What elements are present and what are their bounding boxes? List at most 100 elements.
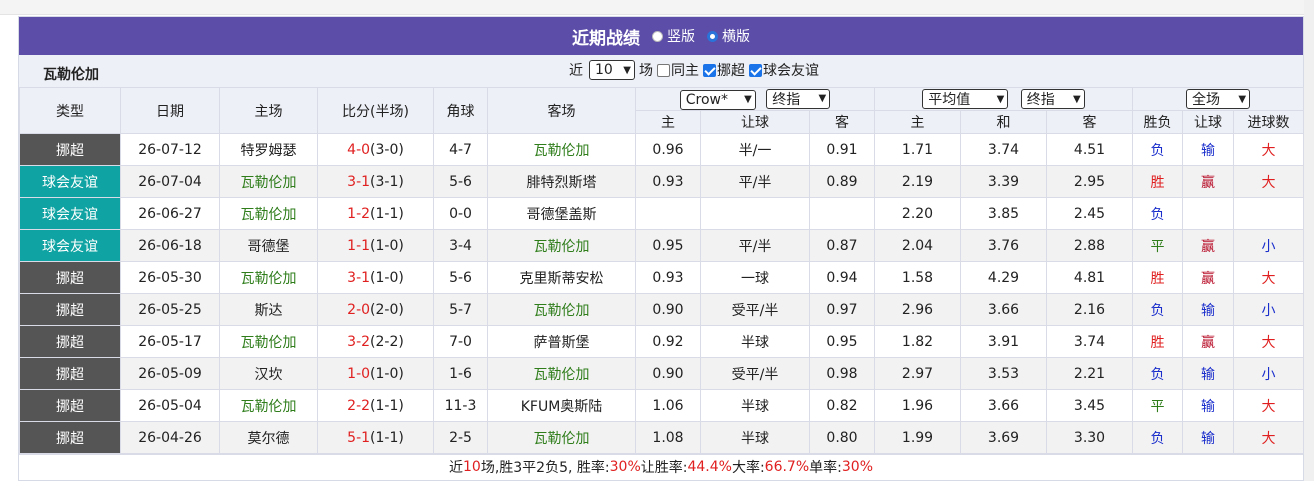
match-type[interactable]: 球会友谊 bbox=[19, 197, 121, 230]
odds-home: 2.96 bbox=[874, 293, 961, 326]
match-date: 26-05-30 bbox=[120, 261, 220, 294]
handicap-type-value: 终指 bbox=[772, 91, 801, 108]
radio-off-icon[interactable] bbox=[652, 30, 663, 42]
radio-on-icon[interactable] bbox=[707, 30, 718, 42]
half-time-score: (3-0) bbox=[370, 141, 404, 158]
goals-result: 大 bbox=[1232, 165, 1305, 198]
away-team[interactable]: 瓦勒伦加 bbox=[487, 421, 636, 454]
col-away: 客场 bbox=[487, 87, 636, 134]
table-row[interactable]: 挪超 26-05-04 瓦勒伦加 2-2(1-1) 11-3 KFUM奥斯陆 1.06 半球 0… bbox=[19, 389, 1305, 422]
layout-vertical-label: 竖版 bbox=[667, 29, 695, 45]
handicap-result: 输 bbox=[1182, 421, 1234, 454]
table-row[interactable]: 挪超 26-04-26 莫尔德 5-1(1-1) 2-5 瓦勒伦加 1.08 半球 0.80 1.… bbox=[19, 421, 1305, 454]
page-scrollbar[interactable] bbox=[1304, 0, 1314, 481]
corner-count: 2-5 bbox=[433, 421, 488, 454]
match-type[interactable]: 挪超 bbox=[19, 389, 121, 422]
handicap-away-odds: 0.80 bbox=[809, 421, 875, 454]
home-team[interactable]: 汉坎 bbox=[219, 357, 318, 390]
half-time-score: (1-0) bbox=[370, 237, 404, 254]
friendly-checkbox[interactable] bbox=[749, 63, 762, 77]
handicap-type-select[interactable]: 终指 ▼ bbox=[766, 88, 831, 109]
odds-type-select[interactable]: 终指 ▼ bbox=[1020, 89, 1085, 109]
layout-vertical-radio[interactable]: 竖版 bbox=[652, 26, 695, 46]
full-time-score: 4-0 bbox=[347, 141, 371, 158]
layout-horizontal-label: 横版 bbox=[722, 29, 750, 45]
handicap-home-odds: 0.92 bbox=[635, 325, 701, 358]
match-type[interactable]: 挪超 bbox=[19, 325, 121, 358]
same-host-checkbox[interactable] bbox=[657, 63, 670, 77]
match-type[interactable]: 挪超 bbox=[19, 261, 121, 294]
match-type[interactable]: 球会友谊 bbox=[19, 229, 121, 262]
table-row[interactable]: 挪超 26-05-17 瓦勒伦加 3-2(2-2) 7-0 萨普斯堡 0.92 半球 0.95 1… bbox=[19, 325, 1305, 358]
away-team[interactable]: 瓦勒伦加 bbox=[487, 293, 636, 326]
layout-horizontal-radio[interactable]: 横版 bbox=[707, 26, 750, 46]
results-table: 类型 日期 主场 比分(半场) 角球 客场 Crow* ▼ 终指 ▼ 平均值 ▼… bbox=[19, 87, 1305, 454]
handicap-away-odds: 0.82 bbox=[809, 389, 875, 422]
away-team[interactable]: 哥德堡盖斯 bbox=[487, 197, 636, 230]
home-team[interactable]: 莫尔德 bbox=[219, 421, 318, 454]
full-time-score: 1-2 bbox=[347, 205, 371, 222]
home-team[interactable]: 瓦勒伦加 bbox=[219, 261, 318, 294]
table-row[interactable]: 球会友谊 26-06-18 哥德堡 1-1(1-0) 3-4 瓦勒伦加 0.95 平/半 0.8… bbox=[19, 229, 1305, 262]
company-select[interactable]: Crow* ▼ bbox=[679, 89, 756, 110]
odds-home: 1.99 bbox=[874, 421, 961, 454]
handicap-line: 受平/半 bbox=[700, 293, 810, 326]
home-team[interactable]: 斯达 bbox=[219, 293, 318, 326]
summary-big-label: 大率: bbox=[731, 459, 765, 476]
corner-count: 0-0 bbox=[433, 197, 488, 230]
away-team[interactable]: 克里斯蒂安松 bbox=[487, 261, 636, 294]
handicap-home-odds: 1.08 bbox=[635, 421, 701, 454]
table-row[interactable]: 挪超 26-05-25 斯达 2-0(2-0) 5-7 瓦勒伦加 0.90 受平/半 0.97 2… bbox=[19, 293, 1305, 326]
table-row[interactable]: 挪超 26-05-09 汉坎 1-0(1-0) 1-6 瓦勒伦加 0.90 受平/半 0.98 2… bbox=[19, 357, 1305, 390]
average-select[interactable]: 平均值 ▼ bbox=[922, 89, 1009, 109]
away-team[interactable]: 瓦勒伦加 bbox=[487, 357, 636, 390]
sub-odds-draw: 和 bbox=[960, 110, 1047, 134]
chevron-down-icon: ▼ bbox=[818, 93, 827, 104]
odds-away: 2.88 bbox=[1046, 229, 1133, 262]
home-team[interactable]: 哥德堡 bbox=[219, 229, 318, 262]
summary-hc-label: 让胜率: bbox=[640, 459, 688, 476]
home-team[interactable]: 瓦勒伦加 bbox=[219, 325, 318, 358]
home-team[interactable]: 瓦勒伦加 bbox=[219, 389, 318, 422]
sub-result: 胜负 bbox=[1132, 110, 1183, 134]
away-team[interactable]: 瓦勒伦加 bbox=[487, 133, 636, 166]
away-team[interactable]: KFUM奥斯陆 bbox=[487, 389, 636, 422]
odds-home: 1.58 bbox=[874, 261, 961, 294]
odds-draw: 3.74 bbox=[960, 133, 1047, 166]
match-type[interactable]: 挪超 bbox=[19, 421, 121, 454]
half-time-score: (1-1) bbox=[370, 205, 404, 222]
sub-handicap-result: 让球 bbox=[1182, 110, 1234, 134]
table-row[interactable]: 挪超 26-05-30 瓦勒伦加 3-1(1-0) 5-6 克里斯蒂安松 0.93 一球 0.9… bbox=[19, 261, 1305, 294]
corner-count: 5-7 bbox=[433, 293, 488, 326]
away-team[interactable]: 腓特烈斯塔 bbox=[487, 165, 636, 198]
odds-away: 2.16 bbox=[1046, 293, 1133, 326]
handicap-header: Crow* ▼ 终指 ▼ bbox=[635, 87, 875, 111]
goals-result: 大 bbox=[1232, 389, 1305, 422]
table-row[interactable]: 球会友谊 26-07-04 瓦勒伦加 3-1(3-1) 5-6 腓特烈斯塔 0.93 平/半 0… bbox=[19, 165, 1305, 198]
result: 负 bbox=[1132, 197, 1183, 230]
league-checkbox[interactable] bbox=[703, 63, 716, 77]
home-team[interactable]: 瓦勒伦加 bbox=[219, 197, 318, 230]
corner-count: 4-7 bbox=[433, 133, 488, 166]
match-type[interactable]: 球会友谊 bbox=[19, 165, 121, 198]
home-team[interactable]: 特罗姆瑟 bbox=[219, 133, 318, 166]
match-count-select[interactable]: 10 ▼ bbox=[589, 60, 635, 80]
match-type[interactable]: 挪超 bbox=[19, 133, 121, 166]
away-team[interactable]: 萨普斯堡 bbox=[487, 325, 636, 358]
score: 3-2(2-2) bbox=[317, 325, 434, 358]
table-row[interactable]: 球会友谊 26-06-27 瓦勒伦加 1-2(1-1) 0-0 哥德堡盖斯 2.20 3.85… bbox=[19, 197, 1305, 230]
result: 平 bbox=[1132, 229, 1183, 262]
odds-away: 4.81 bbox=[1046, 261, 1133, 294]
range-select[interactable]: 全场 ▼ bbox=[1186, 89, 1251, 109]
half-time-score: (1-0) bbox=[370, 365, 404, 382]
away-team[interactable]: 瓦勒伦加 bbox=[487, 229, 636, 262]
handicap-away-odds: 0.89 bbox=[809, 165, 875, 198]
match-type[interactable]: 挪超 bbox=[19, 293, 121, 326]
match-type[interactable]: 挪超 bbox=[19, 357, 121, 390]
odds-type-value: 终指 bbox=[1026, 92, 1055, 108]
handicap-away-odds: 0.91 bbox=[809, 133, 875, 166]
col-date: 日期 bbox=[120, 87, 220, 134]
home-team[interactable]: 瓦勒伦加 bbox=[219, 165, 318, 198]
table-row[interactable]: 挪超 26-07-12 特罗姆瑟 4-0(3-0) 4-7 瓦勒伦加 0.96 半/一 0.91… bbox=[19, 133, 1305, 166]
handicap-result: 输 bbox=[1182, 357, 1234, 390]
